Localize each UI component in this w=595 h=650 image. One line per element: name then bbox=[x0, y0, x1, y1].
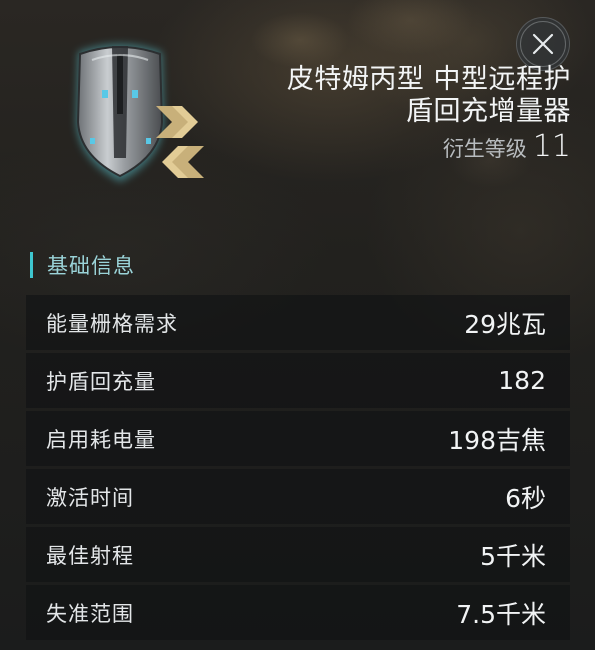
stat-value: 182 bbox=[498, 366, 546, 395]
stat-row: 护盾回充量 182 bbox=[26, 353, 570, 408]
double-chevron-icon bbox=[156, 106, 204, 178]
stat-value: 5千米 bbox=[480, 541, 546, 571]
item-name-line1: 皮特姆丙型 中型远程护 bbox=[286, 64, 571, 95]
section-title: 基础信息 bbox=[47, 254, 135, 278]
stat-row: 能量栅格需求 29兆瓦 bbox=[26, 295, 570, 350]
stat-label: 启用耗电量 bbox=[46, 427, 156, 452]
stat-label: 能量栅格需求 bbox=[46, 311, 178, 336]
meta-level-row: 衍生等级 11 bbox=[211, 129, 571, 164]
stat-row: 最佳射程 5千米 bbox=[26, 527, 570, 582]
section-accent-bar bbox=[30, 252, 33, 278]
stat-label: 失准范围 bbox=[46, 601, 134, 626]
stat-label: 激活时间 bbox=[46, 485, 134, 510]
stat-value: 6秒 bbox=[505, 483, 546, 513]
meta-level-label: 衍生等级 bbox=[442, 137, 527, 161]
close-button[interactable] bbox=[516, 17, 570, 71]
meta-level-value: 11 bbox=[532, 129, 571, 164]
item-icon bbox=[62, 30, 212, 190]
stat-row: 激活时间 6秒 bbox=[26, 469, 570, 524]
item-name-line2: 盾回充增量器 bbox=[406, 96, 571, 127]
stat-row: 启用耗电量 198吉焦 bbox=[26, 411, 570, 466]
stat-label: 护盾回充量 bbox=[46, 369, 156, 394]
stats-table: 能量栅格需求 29兆瓦 护盾回充量 182 启用耗电量 198吉焦 激活时间 6… bbox=[26, 295, 570, 643]
stat-value: 7.5千米 bbox=[456, 599, 546, 629]
stat-row: 失准范围 7.5千米 bbox=[26, 585, 570, 640]
item-title-block: 皮特姆丙型 中型远程护 盾回充增量器 衍生等级 11 bbox=[211, 64, 571, 164]
close-icon bbox=[532, 33, 554, 55]
stat-label: 最佳射程 bbox=[46, 543, 134, 568]
section-header: 基础信息 bbox=[30, 252, 135, 278]
stat-value: 29兆瓦 bbox=[464, 309, 546, 339]
stat-value: 198吉焦 bbox=[448, 425, 546, 455]
